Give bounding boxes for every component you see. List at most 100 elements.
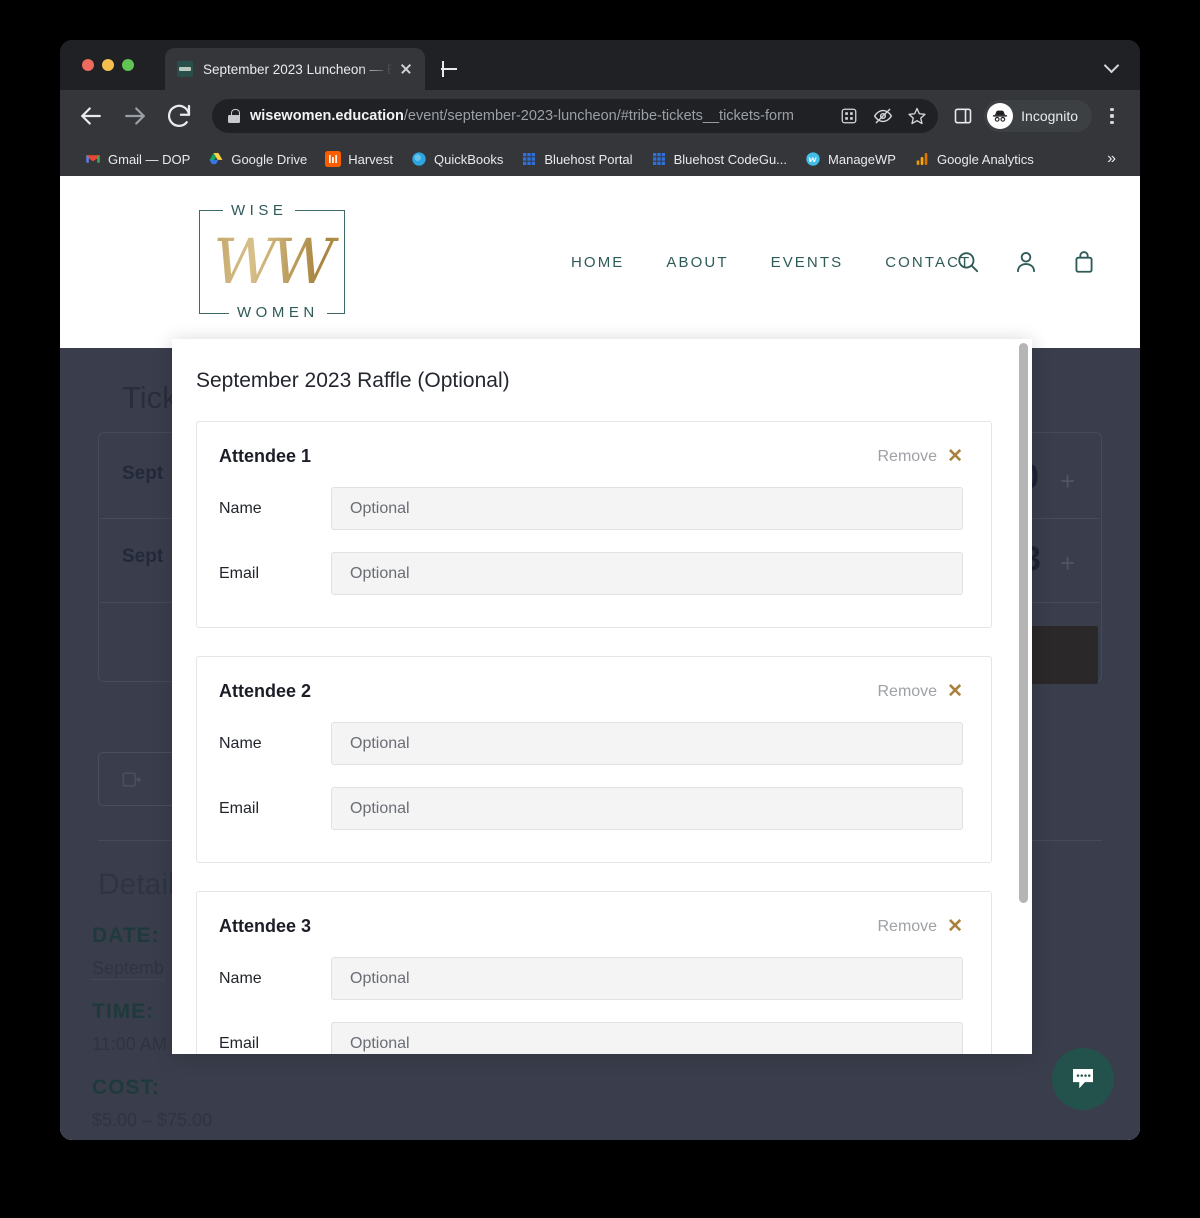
site-header: WISE WW WOMEN HOME ABOUT EVENTS CONTACT [60, 176, 1140, 348]
attendee-name-input[interactable] [331, 487, 963, 530]
bookmarks-overflow-button[interactable]: » [1099, 150, 1124, 168]
browser-toolbar: wisewomen.education/event/september-2023… [60, 90, 1140, 142]
minimize-window-button[interactable] [102, 59, 114, 71]
site-nav-icons [955, 176, 1097, 348]
bookmark-label: Google Drive [231, 151, 308, 167]
attendee-card: Attendee 3 Remove ✕ Name Email [196, 891, 992, 1054]
bookmark-google-drive[interactable]: Google Drive [199, 146, 316, 172]
bookmarks-bar: Gmail — DOP Google Drive Harvest QuickBo… [60, 142, 1140, 176]
close-icon: ✕ [947, 446, 963, 467]
bg-ticket-plus-1[interactable]: + [1060, 466, 1075, 497]
toolbar-right: Incognito [948, 100, 1124, 132]
bookmark-label: Google Analytics [936, 151, 1034, 167]
bookmark-gmail[interactable]: Gmail — DOP [76, 146, 199, 172]
new-tab-button[interactable] [435, 55, 463, 83]
browser-menu-button[interactable] [1100, 101, 1124, 131]
nav-item-about[interactable]: ABOUT [645, 254, 749, 271]
bookmark-label: Bluehost CodeGu... [673, 151, 788, 167]
bookmark-label: ManageWP [828, 151, 896, 167]
bookmark-bluehost-portal[interactable]: Bluehost Portal [512, 146, 641, 172]
google-analytics-icon [914, 151, 930, 167]
attendee-header: Attendee 2 Remove ✕ [219, 681, 963, 702]
chevron-down-icon[interactable] [1104, 57, 1120, 73]
attendee-title: Attendee 1 [219, 446, 312, 466]
modal-title: September 2023 Raffle (Optional) [196, 369, 510, 392]
bg-ticket-plus-2[interactable]: + [1060, 548, 1075, 579]
bookmark-managewp[interactable]: ManageWP [796, 146, 905, 172]
account-icon[interactable] [1013, 249, 1039, 275]
wise-women-logo[interactable]: WISE WW WOMEN [175, 202, 367, 321]
shopping-bag-icon[interactable] [1071, 249, 1097, 275]
attendee-name-input[interactable] [331, 957, 963, 1000]
browser-tab[interactable]: September 2023 Luncheon — E [165, 48, 425, 90]
tab-title: September 2023 Luncheon — E [203, 61, 393, 77]
site-nav: HOME ABOUT EVENTS CONTACT [550, 176, 992, 348]
bookmark-label: Bluehost Portal [544, 151, 633, 167]
profile-chip[interactable]: Incognito [984, 100, 1092, 132]
page-viewport: WISE WW WOMEN HOME ABOUT EVENTS CONTACT [60, 176, 1140, 1140]
nav-item-home[interactable]: HOME [550, 254, 645, 271]
bookmark-bluehost-codeguard[interactable]: Bluehost CodeGu... [642, 146, 796, 172]
wise-women-favicon [177, 61, 193, 77]
attendee-name-label: Name [219, 969, 262, 987]
attendee-email-row: Email [219, 1022, 963, 1054]
eye-off-icon[interactable] [868, 101, 898, 131]
reload-button[interactable] [164, 101, 194, 131]
bookmark-google-analytics[interactable]: Google Analytics [905, 146, 1043, 172]
close-icon: ✕ [947, 916, 963, 937]
url-text: wisewomen.education/event/september-2023… [250, 108, 834, 124]
attendee-name-row: Name [219, 487, 963, 530]
logo-bottom-word: WOMEN [229, 304, 327, 321]
chat-widget-button[interactable] [1052, 1048, 1114, 1110]
browser-window: September 2023 Luncheon — E wisewomen.ed… [60, 40, 1140, 1140]
bg-date-label: DATE: [92, 924, 160, 947]
search-icon[interactable] [955, 249, 981, 275]
bg-time-label: TIME: [92, 1000, 155, 1023]
attendee-card: Attendee 2 Remove ✕ Name Email [196, 656, 992, 863]
attendee-email-label: Email [219, 1034, 260, 1052]
attendee-name-input[interactable] [331, 722, 963, 765]
back-button[interactable] [76, 101, 106, 131]
managewp-icon [805, 151, 821, 167]
modal-content: September 2023 Raffle (Optional) Attende… [172, 339, 1032, 1054]
tab-close-icon[interactable] [397, 60, 415, 78]
attendee-email-input[interactable] [331, 1022, 963, 1054]
raffle-attendee-modal: September 2023 Raffle (Optional) Attende… [172, 339, 1032, 1054]
remove-label: Remove [877, 682, 938, 700]
attendee-email-input[interactable] [331, 552, 963, 595]
window-controls [82, 59, 134, 71]
google-drive-icon [208, 151, 224, 167]
logo-monogram: WW [175, 225, 367, 298]
star-icon[interactable] [902, 101, 932, 131]
url-host: wisewomen.education [250, 108, 404, 124]
attendee-name-row: Name [219, 957, 963, 1000]
maximize-window-button[interactable] [122, 59, 134, 71]
attendee-title: Attendee 3 [219, 916, 312, 936]
remove-attendee-button[interactable]: Remove ✕ [878, 682, 964, 701]
bookmark-label: QuickBooks [434, 151, 504, 167]
attendee-email-label: Email [219, 564, 260, 582]
bg-ticket-row-2: Sept [122, 546, 164, 567]
remove-attendee-button[interactable]: Remove ✕ [878, 917, 964, 936]
modal-scrollbar[interactable] [1019, 343, 1028, 903]
profile-label: Incognito [1021, 108, 1078, 124]
side-panel-icon[interactable] [948, 101, 978, 131]
close-window-button[interactable] [82, 59, 94, 71]
bg-ticket-row-1: Sept [122, 463, 164, 484]
address-bar[interactable]: wisewomen.education/event/september-2023… [212, 99, 939, 133]
close-icon: ✕ [947, 681, 963, 702]
attendee-email-input[interactable] [331, 787, 963, 830]
nav-item-events[interactable]: EVENTS [750, 254, 865, 271]
qr-code-icon[interactable] [834, 101, 864, 131]
logo-top-word: WISE [223, 202, 296, 219]
bookmark-quickbooks[interactable]: QuickBooks [402, 146, 512, 172]
bg-date-value: Septemb [92, 958, 165, 980]
url-path: /event/september-2023-luncheon/#tribe-ti… [403, 108, 794, 124]
bookmark-label: Gmail — DOP [108, 151, 191, 167]
remove-attendee-button[interactable]: Remove ✕ [878, 447, 964, 466]
attendee-card: Attendee 1 Remove ✕ Name Email [196, 421, 992, 628]
forward-button[interactable] [120, 101, 150, 131]
attendee-header: Attendee 3 Remove ✕ [219, 916, 963, 937]
bookmark-harvest[interactable]: Harvest [316, 146, 402, 172]
attendee-title: Attendee 2 [219, 681, 312, 701]
